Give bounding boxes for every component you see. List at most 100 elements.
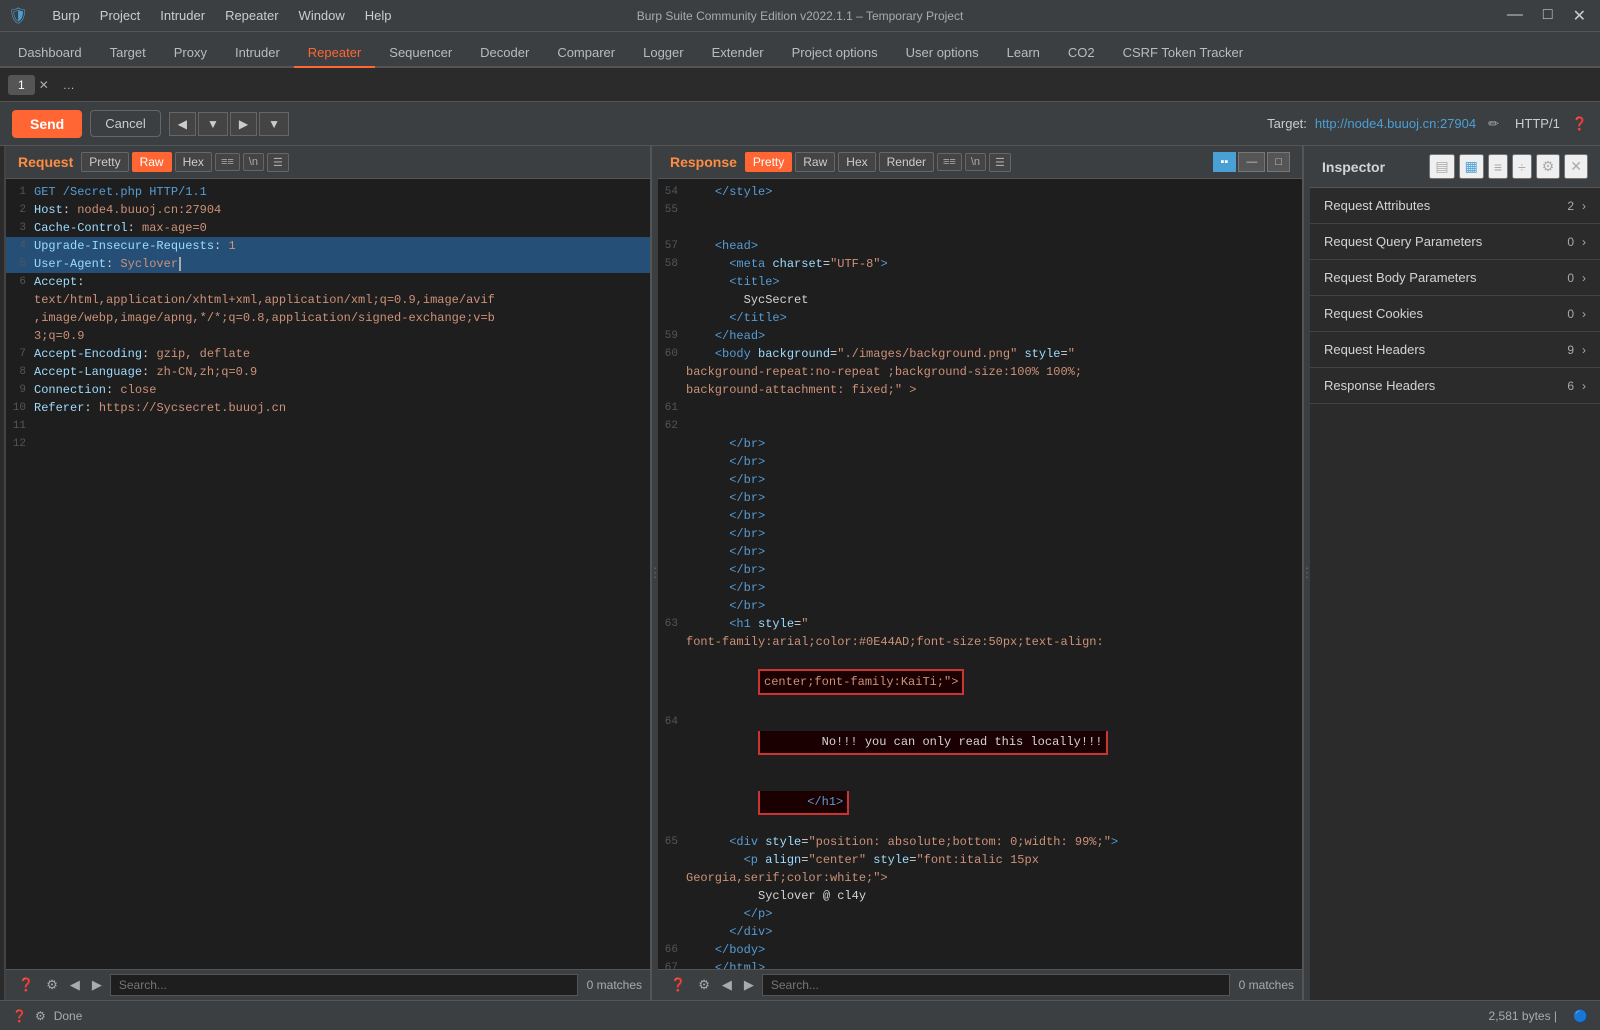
app-logo: 🛡 [8,6,28,26]
request-search-input[interactable] [110,974,578,996]
response-search-input[interactable] [762,974,1230,996]
tab-logger[interactable]: Logger [629,39,697,68]
tab-co2[interactable]: CO2 [1054,39,1109,68]
res-num-66: 66 [658,941,686,959]
inspector-split-icon[interactable]: ÷ [1512,154,1532,179]
res-hex-btn[interactable]: Hex [838,152,875,172]
cancel-button[interactable]: Cancel [90,110,160,137]
view-single-btn[interactable]: □ [1267,152,1290,172]
inspector-view-btn2[interactable]: ▦ [1459,154,1484,179]
tab-project-options[interactable]: Project options [778,39,892,68]
tab-intruder[interactable]: Intruder [221,39,294,68]
http-version: HTTP/1 [1515,116,1560,131]
tab-dashboard[interactable]: Dashboard [4,39,96,68]
tab-target[interactable]: Target [96,39,160,68]
res-icon3[interactable]: ☰ [989,153,1011,172]
inspector-item-res-headers[interactable]: Response Headers 6 › [1310,368,1600,404]
req-accept-cont3: 3;q=0.9 [34,327,650,345]
inspector-settings-icon[interactable]: ⚙ [1536,154,1561,179]
res-search-next-icon[interactable]: ▶ [740,975,758,995]
subtab-more[interactable]: … [53,75,85,95]
res-content-65d: </p> [686,905,1302,923]
res-render-btn[interactable]: Render [879,152,934,172]
subtab-1[interactable]: 1 [8,75,35,95]
send-button[interactable]: Send [12,110,82,138]
req-search-next-icon[interactable]: ▶ [88,975,106,995]
tab-comparer[interactable]: Comparer [543,39,629,68]
inspector-item-query-params[interactable]: Request Query Parameters 0 › [1310,224,1600,260]
help-icon[interactable]: ❓ [1572,116,1588,132]
tab-csrf[interactable]: CSRF Token Tracker [1109,39,1257,68]
inspector-count-res-headers: 6 [1567,379,1574,393]
view-horizontal-btn[interactable]: — [1238,152,1265,172]
menu-help[interactable]: Help [357,6,400,25]
status-settings-icon[interactable]: ⚙ [35,1009,46,1023]
inspector-view-btn1[interactable]: ▤ [1429,154,1454,179]
res-content-63: <h1 style=" [686,615,1302,633]
req-search-settings-icon[interactable]: ⚙ [42,975,62,995]
prev-button[interactable]: ◀ [169,112,196,136]
inspector-item-cookies[interactable]: Request Cookies 0 › [1310,296,1600,332]
res-search-settings-icon[interactable]: ⚙ [694,975,714,995]
tab-learn[interactable]: Learn [993,39,1054,68]
res-icon2[interactable]: \n [965,153,986,171]
res-line-58: 58 <meta charset="UTF-8"> [658,255,1302,273]
response-view-toggle: ▪▪ — □ [1213,152,1290,172]
tab-sequencer[interactable]: Sequencer [375,39,466,68]
nav-dropdown[interactable]: ▼ [198,112,228,136]
req-icon3[interactable]: ☰ [267,153,289,172]
req-icon2[interactable]: \n [243,153,264,171]
res-pretty-btn[interactable]: Pretty [745,152,792,172]
inspector-item-body-params[interactable]: Request Body Parameters 0 › [1310,260,1600,296]
tab-proxy[interactable]: Proxy [160,39,221,68]
subtab-close[interactable]: ✕ [39,78,49,92]
menu-window[interactable]: Window [291,6,353,25]
edit-target-icon[interactable]: ✏ [1488,116,1499,132]
status-bytes: 2,581 bytes | [1489,1009,1558,1023]
menu-repeater[interactable]: Repeater [217,6,286,25]
nav-dropdown2[interactable]: ▼ [259,112,289,136]
tab-decoder[interactable]: Decoder [466,39,543,68]
req-raw-btn[interactable]: Raw [132,152,172,172]
req-hex-btn[interactable]: Hex [175,152,212,172]
res-icon1[interactable]: ≡≡ [937,153,962,171]
menu-project[interactable]: Project [92,6,148,25]
response-code-area[interactable]: 54 </style> 55 57 <head> 58 <meta charse… [658,179,1302,969]
res-content-title1: <title> [686,273,1302,291]
inspector-item-request-attributes[interactable]: Request Attributes 2 › [1310,188,1600,224]
window-title: Burp Suite Community Edition v2022.1.1 –… [637,9,964,23]
tab-user-options[interactable]: User options [892,39,993,68]
res-num-65a [658,851,686,869]
req-search-prev-icon[interactable]: ◀ [66,975,84,995]
menu-burp[interactable]: Burp [44,6,87,25]
res-line-54: 54 </style> [658,183,1302,201]
inspector-count-query-params: 0 [1567,235,1574,249]
inspector-item-req-headers[interactable]: Request Headers 9 › [1310,332,1600,368]
minimize-button[interactable]: — [1501,6,1529,26]
res-line-65b: Georgia,serif;color:white;"> [658,869,1302,887]
req-search-help-icon[interactable]: ❓ [14,975,38,995]
req-icon1[interactable]: ≡≡ [215,153,240,171]
inspector-close-icon[interactable]: ✕ [1564,154,1588,179]
view-split-btn[interactable]: ▪▪ [1213,152,1237,172]
next-button[interactable]: ▶ [230,112,257,136]
menu-intruder[interactable]: Intruder [152,6,213,25]
res-content-empty [686,219,1302,237]
tab-extender[interactable]: Extender [698,39,778,68]
request-code-area[interactable]: 1 GET /Secret.php HTTP/1.1 2 Host: node4… [6,179,650,969]
res-content-64: No!!! you can only read this locally!!! [686,713,1302,773]
req-line-content-12 [34,435,650,453]
inspector-align-icon[interactable]: ≡ [1488,154,1508,179]
maximize-button[interactable]: □ [1537,6,1559,26]
taskbar-icon: 🔵 [1573,1009,1588,1023]
status-help-icon[interactable]: ❓ [12,1009,27,1023]
req-pretty-btn[interactable]: Pretty [81,152,128,172]
res-content-65c: Syclover @ cl4y [686,887,1302,905]
res-raw-btn[interactable]: Raw [795,152,835,172]
inspector-label-res-headers: Response Headers [1324,378,1567,393]
response-search-bar: ❓ ⚙ ◀ ▶ 0 matches [658,969,1302,1000]
close-button[interactable]: ✕ [1567,6,1592,26]
res-search-prev-icon[interactable]: ◀ [718,975,736,995]
tab-repeater[interactable]: Repeater [294,39,375,68]
res-search-help-icon[interactable]: ❓ [666,975,690,995]
